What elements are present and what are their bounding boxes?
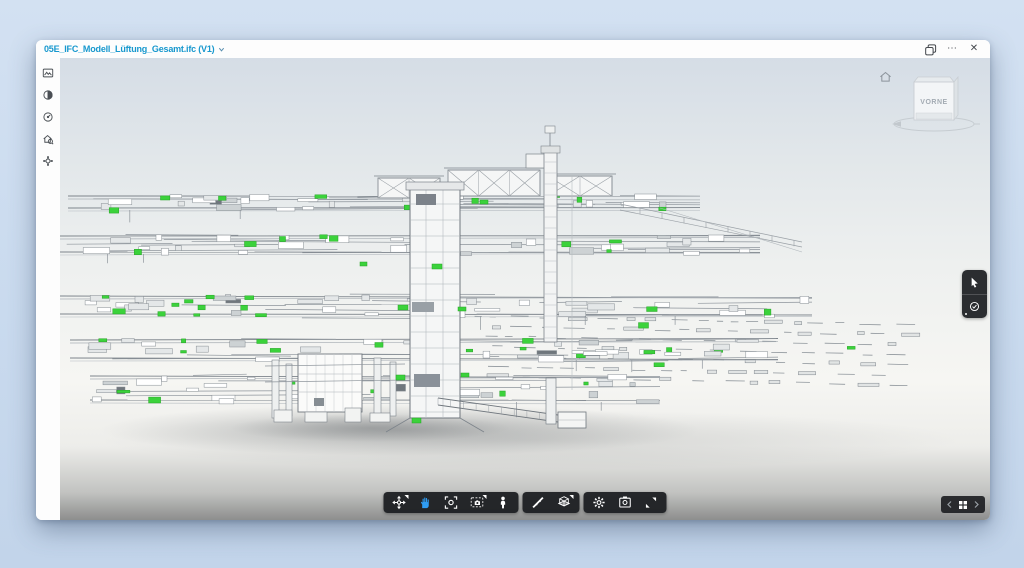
gauge-icon[interactable] — [39, 110, 57, 124]
viewcube[interactable]: VORNE — [884, 66, 984, 142]
desktop-background: 05E_IFC_Modell_Lüftung_Gesamt.ifc (V1) ⋯… — [0, 0, 1024, 568]
contrast-sphere-icon[interactable] — [39, 88, 57, 102]
viewcube-bottom-edge — [916, 113, 952, 119]
viewcube-front-label: VORNE — [920, 99, 947, 106]
left-sidebar — [36, 58, 60, 520]
cursor-select-button[interactable] — [962, 270, 987, 294]
settings-tools-group — [584, 492, 667, 513]
review-check-button[interactable] — [962, 294, 987, 318]
grid-icon[interactable] — [958, 500, 968, 510]
viewcube-top-face[interactable] — [914, 77, 954, 82]
window-controls: ⋯ ✕ — [922, 42, 982, 56]
flyout-indicator — [405, 495, 409, 499]
selection-tools-panel — [962, 270, 987, 318]
analysis-tools-group — [523, 492, 580, 513]
document-title-dropdown[interactable]: 05E_IFC_Modell_Lüftung_Gesamt.ifc (V1) — [44, 44, 225, 54]
viewcube-right-face[interactable] — [954, 77, 958, 120]
close-button[interactable]: ✕ — [966, 42, 982, 56]
more-options-button[interactable]: ⋯ — [944, 42, 960, 56]
chevron-down-icon — [218, 46, 225, 53]
first-person-icon[interactable] — [496, 495, 511, 510]
fullscreen-icon[interactable] — [644, 495, 659, 510]
measure-icon[interactable] — [531, 495, 546, 510]
orbit-icon[interactable] — [392, 495, 407, 510]
section-icon[interactable] — [557, 495, 572, 510]
camera-icon[interactable] — [470, 495, 485, 510]
document-title: 05E_IFC_Modell_Lüftung_Gesamt.ifc (V1) — [44, 44, 214, 54]
3d-viewport[interactable]: VORNE — [60, 58, 990, 520]
view-layout-switcher — [941, 496, 985, 513]
pan-hand-icon[interactable] — [418, 495, 433, 510]
viewer-app-window: 05E_IFC_Modell_Lüftung_Gesamt.ifc (V1) ⋯… — [36, 40, 990, 520]
ifc-ventilation-model — [60, 58, 990, 520]
fit-view-icon[interactable] — [444, 495, 459, 510]
flyout-indicator — [570, 495, 574, 499]
settings-gear-icon[interactable] — [592, 495, 607, 510]
flyout-dot — [965, 313, 967, 315]
chevron-left-icon[interactable] — [946, 500, 953, 509]
home-search-icon[interactable] — [39, 132, 57, 146]
compass-pointer — [892, 121, 901, 127]
main-toolbar — [384, 492, 667, 513]
browser-tabs-icon[interactable] — [922, 42, 938, 56]
views-image-icon[interactable] — [39, 66, 57, 80]
screenshot-icon[interactable] — [618, 495, 633, 510]
gear-flower-icon[interactable] — [39, 154, 57, 168]
chevron-right-icon[interactable] — [973, 500, 980, 509]
navigation-tools-group — [384, 492, 519, 513]
titlebar: 05E_IFC_Modell_Lüftung_Gesamt.ifc (V1) ⋯… — [36, 40, 990, 58]
flyout-indicator — [483, 495, 487, 499]
